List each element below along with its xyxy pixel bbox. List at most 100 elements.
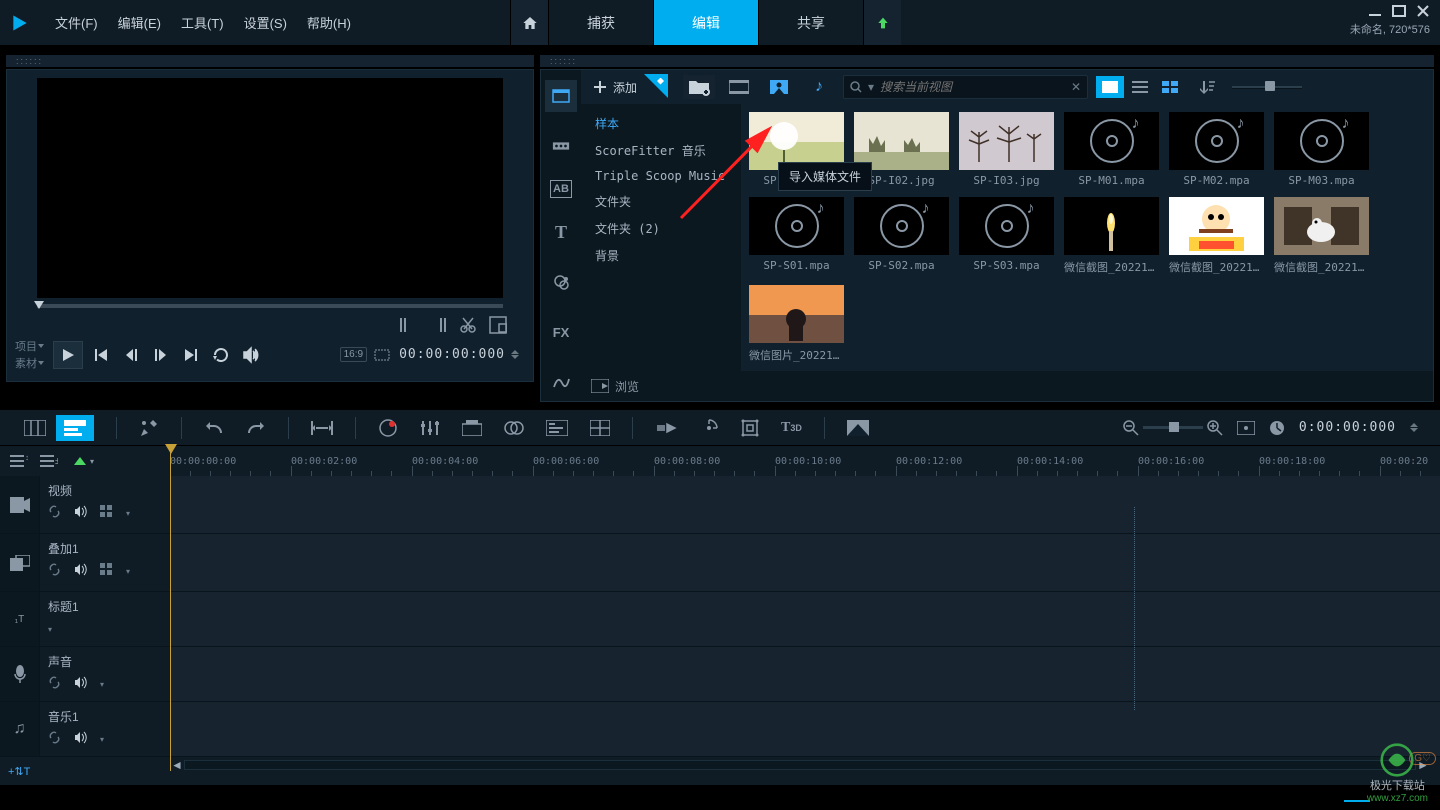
mask-icon[interactable]	[847, 420, 869, 436]
fullscreen-icon[interactable]	[489, 316, 507, 334]
media-item[interactable]: 微信截图_202212...	[1169, 197, 1264, 275]
sidetab-fx[interactable]: FX	[545, 316, 577, 348]
resize-preview-icon[interactable]	[373, 345, 393, 365]
cut-icon[interactable]	[459, 316, 477, 334]
blend-icon[interactable]	[504, 420, 524, 436]
clear-search-icon[interactable]: ✕	[1071, 80, 1081, 94]
view-thumb-large[interactable]	[1096, 76, 1124, 98]
search-box[interactable]: ▾ ✕	[843, 75, 1088, 99]
track-body[interactable]	[170, 592, 1440, 646]
mode-storyboard[interactable]	[16, 415, 54, 441]
chevron-down-icon[interactable]: ▾	[100, 676, 104, 690]
preview-seek-bar[interactable]	[37, 304, 503, 308]
category-item[interactable]: 样本	[581, 110, 741, 137]
step-back-button[interactable]	[119, 343, 143, 367]
filter-audio-button[interactable]: ♪	[803, 75, 835, 99]
sidetab-ab[interactable]: AB	[550, 180, 572, 198]
record-button[interactable]	[378, 418, 398, 438]
sidetab-title[interactable]: T	[545, 216, 577, 248]
track-type-icon[interactable]	[0, 534, 40, 591]
track-link-icon[interactable]	[48, 731, 62, 745]
add-track-button[interactable]: +⇅T	[8, 765, 30, 778]
maximize-button[interactable]	[1392, 4, 1406, 18]
preview-timecode[interactable]: 00:00:00:000	[399, 347, 505, 362]
track-mute-icon[interactable]	[74, 505, 88, 519]
media-item[interactable]: SP-M03.mpa	[1274, 112, 1369, 187]
sidetab-transitions[interactable]	[545, 130, 577, 162]
track-grid-icon[interactable]	[100, 505, 114, 519]
track-manager-icon[interactable]: ±	[40, 454, 58, 468]
fit-project-icon[interactable]	[1237, 421, 1255, 435]
project-label[interactable]: 项目	[15, 338, 43, 354]
menu-help[interactable]: 帮助(H)	[299, 9, 359, 36]
timeline-scrollbar[interactable]: ◄ ►	[170, 758, 1430, 772]
step-fwd-button[interactable]	[149, 343, 173, 367]
zoom-in-icon[interactable]	[1207, 420, 1223, 436]
menu-tools[interactable]: 工具(T)	[173, 9, 232, 36]
category-item[interactable]: Triple Scoop Music	[581, 164, 741, 188]
filter-photo-button[interactable]	[763, 75, 795, 99]
undo-button[interactable]	[204, 419, 224, 437]
media-item[interactable]: SP-M01.mpa	[1064, 112, 1159, 187]
duration-icon[interactable]	[1269, 420, 1285, 436]
tab-upload[interactable]	[863, 0, 901, 45]
volume-button[interactable]	[239, 343, 263, 367]
menu-edit[interactable]: 编辑(E)	[110, 9, 169, 36]
timeline-zoom[interactable]	[1123, 420, 1223, 436]
chevron-down-icon[interactable]: ▾	[100, 731, 104, 745]
category-item[interactable]: ScoreFitter 音乐	[581, 137, 741, 164]
sort-button[interactable]	[1192, 75, 1224, 99]
tl-timecode-stepper[interactable]	[1410, 423, 1424, 432]
category-item[interactable]: 背景	[581, 242, 741, 269]
add-button[interactable]: 添加	[589, 75, 667, 100]
category-item[interactable]: 文件夹	[581, 188, 741, 215]
minimize-button[interactable]	[1368, 4, 1382, 18]
track-type-icon[interactable]	[0, 647, 40, 701]
mode-timeline[interactable]	[56, 415, 94, 441]
track-options-icon[interactable]: ±	[10, 454, 28, 468]
view-list[interactable]	[1126, 76, 1154, 98]
search-input[interactable]	[880, 80, 1065, 94]
redo-button[interactable]	[246, 419, 266, 437]
sidetab-path[interactable]	[545, 366, 577, 398]
media-item[interactable]: SP-S01.mpa	[749, 197, 844, 275]
multiview-icon[interactable]	[590, 420, 610, 436]
media-item[interactable]: SP-S03.mpa	[959, 197, 1054, 275]
track-mute-icon[interactable]	[74, 731, 88, 745]
audio-mixer-icon[interactable]	[420, 419, 440, 437]
fit-button[interactable]	[311, 420, 333, 436]
browse-button[interactable]: 浏览	[591, 378, 639, 395]
chapter-icon[interactable]	[462, 420, 482, 436]
chevron-down-icon[interactable]: ▾	[126, 563, 130, 577]
media-item[interactable]: SP-S02.mpa	[854, 197, 949, 275]
time-ruler[interactable]: 00:00:00:0000:00:02:0000:00:04:0000:00:0…	[170, 446, 1440, 476]
sidetab-overlay[interactable]	[545, 266, 577, 298]
go-end-button[interactable]	[179, 343, 203, 367]
media-item[interactable]: 微信图片_202211...	[749, 285, 844, 363]
track-mute-icon[interactable]	[74, 676, 88, 690]
tab-share[interactable]: 共享	[758, 0, 863, 45]
3d-title-icon[interactable]: T3D	[781, 420, 802, 436]
media-item[interactable]: SP-I03.jpg	[959, 112, 1054, 187]
track-link-icon[interactable]	[48, 676, 62, 690]
filter-video-button[interactable]	[723, 75, 755, 99]
playhead[interactable]	[170, 446, 171, 771]
aspect-ratio[interactable]: 16:9	[340, 347, 367, 362]
track-body[interactable]	[170, 534, 1440, 591]
chevron-down-icon[interactable]: ▾	[126, 505, 130, 519]
close-button[interactable]	[1416, 4, 1430, 18]
mark-in-icon[interactable]	[399, 316, 417, 334]
sidetab-media[interactable]	[545, 80, 577, 112]
clip-label[interactable]: 素材	[15, 355, 43, 371]
play-button[interactable]	[53, 341, 83, 369]
thumb-size-slider[interactable]	[1232, 80, 1302, 94]
track-grid-icon[interactable]	[100, 563, 114, 577]
panel-grip[interactable]: ::::::	[6, 55, 534, 67]
crop-icon[interactable]	[741, 419, 759, 437]
pan-zoom-icon[interactable]	[699, 418, 719, 438]
track-body[interactable]	[170, 476, 1440, 533]
motion-track-icon[interactable]	[655, 420, 677, 436]
media-item[interactable]: 微信截图_202212...	[1274, 197, 1369, 275]
media-item[interactable]: 微信截图_202212...	[1064, 197, 1159, 275]
marker-button[interactable]: ▾	[70, 457, 94, 466]
